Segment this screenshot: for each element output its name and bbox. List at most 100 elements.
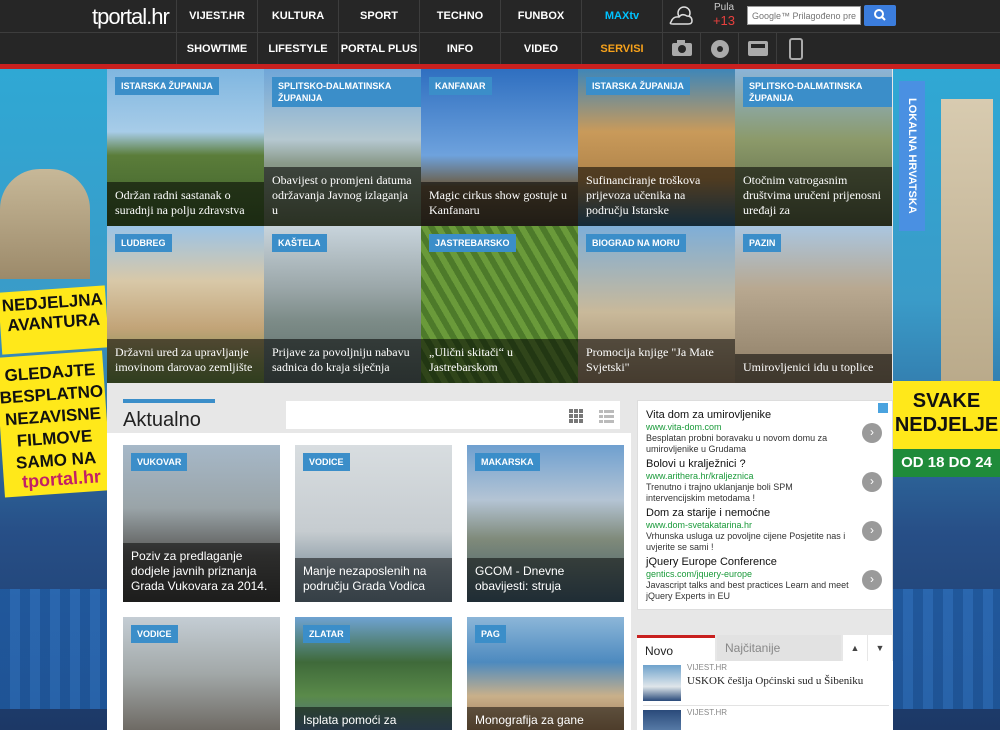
local-news-tile[interactable]: LUDBREG Državni ured za upravljanje imov… bbox=[107, 226, 264, 383]
card-caption: Isplata pomoći za bbox=[295, 707, 452, 730]
grid-view-icon[interactable] bbox=[562, 401, 590, 429]
right-banner-ad[interactable]: LOKALNA HRVATSKA SVAKE NEDJELJE OD 18 DO… bbox=[893, 69, 1000, 730]
tile-region-tag[interactable]: KANFANAR bbox=[429, 77, 492, 95]
tile-region-tag[interactable]: ISTARSKA ŽUPANIJA bbox=[115, 77, 219, 95]
news-card[interactable]: PAG Monografija za gane bbox=[467, 617, 624, 730]
chevron-right-icon[interactable]: › bbox=[862, 423, 882, 443]
local-news-tile[interactable]: SPLITSKO-DALMATINSKA ŽUPANIJA Obavijest … bbox=[264, 69, 421, 226]
mobile-icon[interactable] bbox=[776, 33, 814, 64]
nav-item-portal-plus[interactable]: PORTAL PLUS bbox=[338, 33, 419, 65]
local-news-tile[interactable]: SPLITSKO-DALMATINSKA ŽUPANIJA Otočnim va… bbox=[735, 69, 892, 226]
card-caption: Monografija za gane bbox=[467, 707, 624, 730]
camera-icon[interactable] bbox=[662, 33, 700, 64]
tile-region-tag[interactable]: ISTARSKA ŽUPANIJA bbox=[586, 77, 690, 95]
chevron-right-icon[interactable]: › bbox=[862, 521, 882, 541]
tile-region-tag[interactable]: SPLITSKO-DALMATINSKA ŽUPANIJA bbox=[743, 77, 892, 107]
ad-title[interactable]: Vita dom za umirovljenike bbox=[646, 409, 886, 422]
news-title[interactable]: USKOK češlja Općinski sud u Šibeniku bbox=[687, 675, 877, 688]
nav-item-maxtv[interactable]: MAXtv bbox=[581, 0, 662, 32]
tab-novo[interactable]: Novo bbox=[637, 635, 715, 661]
ad-url[interactable]: www.arithera.hr/kraljeznica bbox=[646, 471, 886, 482]
bell-tower-image bbox=[941, 99, 993, 399]
tile-caption: Umirovljenici idu u toplice bbox=[735, 354, 892, 383]
nav-item-info[interactable]: INFO bbox=[419, 33, 500, 65]
local-news-tile[interactable]: PAZIN Umirovljenici idu u toplice bbox=[735, 226, 892, 383]
news-card[interactable]: ZLATAR Isplata pomoći za bbox=[295, 617, 452, 730]
section-title-accent bbox=[123, 399, 215, 403]
scroll-up-icon[interactable]: ▲ bbox=[843, 635, 867, 661]
chevron-right-icon[interactable]: › bbox=[862, 472, 882, 492]
news-card[interactable]: MAKARSKA GCOM - Dnevne obavijesti: struj… bbox=[467, 445, 624, 602]
search-input[interactable] bbox=[747, 6, 861, 25]
nav-item-vijest[interactable]: VIJEST.HR bbox=[176, 0, 257, 32]
local-news-tile[interactable]: KANFANAR Magic cirkus show gostuje u Kan… bbox=[421, 69, 578, 226]
search-button[interactable] bbox=[864, 5, 896, 26]
ad-url[interactable]: gentics.com/jquery-europe bbox=[646, 569, 886, 580]
tile-region-tag[interactable]: SPLITSKO-DALMATINSKA ŽUPANIJA bbox=[272, 77, 421, 107]
nav-item-video[interactable]: VIDEO bbox=[500, 33, 581, 65]
local-news-tile[interactable]: BIOGRAD NA MORU Promocija knjige "Ja Mat… bbox=[578, 226, 735, 383]
scroll-down-icon[interactable]: ▼ bbox=[868, 635, 892, 661]
tv-icon[interactable] bbox=[738, 33, 776, 64]
local-news-tile[interactable]: JASTREBARSKO „Ulični skitači“ u Jastreba… bbox=[421, 226, 578, 383]
card-region-tag[interactable]: VODICE bbox=[131, 625, 178, 643]
nav-item-sport[interactable]: SPORT bbox=[338, 0, 419, 32]
search-icon bbox=[874, 9, 886, 21]
card-region-tag[interactable]: ZLATAR bbox=[303, 625, 350, 643]
tile-region-tag[interactable]: KAŠTELA bbox=[272, 234, 327, 252]
weather-icon[interactable] bbox=[662, 0, 698, 32]
left-banner-ad[interactable]: NEDJELJNA AVANTURA GLEDAJTE BESPLATNO NE… bbox=[0, 69, 107, 730]
tile-region-tag[interactable]: BIOGRAD NA MORU bbox=[586, 234, 686, 252]
text-ad[interactable]: Vita dom za umirovljenike www.vita-dom.c… bbox=[646, 409, 886, 457]
section-title-aktualno: Aktualno bbox=[123, 409, 201, 431]
news-card[interactable]: VODICE Manje nezaposlenih na području Gr… bbox=[295, 445, 452, 602]
list-view-icon[interactable] bbox=[592, 401, 620, 429]
film-strip-graphic bbox=[0, 589, 107, 709]
tile-region-tag[interactable]: LUDBREG bbox=[115, 234, 172, 252]
text-ad[interactable]: Dom za starije i nemoćne www.dom-svetaka… bbox=[646, 507, 886, 555]
card-region-tag[interactable]: VUKOVAR bbox=[131, 453, 188, 471]
card-region-tag[interactable]: MAKARSKA bbox=[475, 453, 540, 471]
film-strip-graphic bbox=[893, 589, 1000, 709]
nav-item-kultura[interactable]: KULTURA bbox=[257, 0, 338, 32]
local-news-tile[interactable]: ISTARSKA ŽUPANIJA Sufinanciranje troškov… bbox=[578, 69, 735, 226]
ad-title[interactable]: jQuery Europe Conference bbox=[646, 556, 886, 569]
news-source: VIJEST.HR bbox=[687, 708, 728, 717]
text-ad[interactable]: jQuery Europe Conference gentics.com/jqu… bbox=[646, 556, 886, 604]
weather-temp: +13 bbox=[712, 13, 736, 28]
ad-description: Trenutno i trajno uklanjanje boli SPM in… bbox=[646, 482, 793, 503]
nav-item-servisi[interactable]: SERVISI bbox=[581, 33, 662, 65]
list-item[interactable]: VIJEST.HR USKOK češlja Općinski sud u Ši… bbox=[643, 661, 889, 701]
ad-description: Besplatan probni boravaku u novom domu z… bbox=[646, 433, 828, 454]
nav-item-lifestyle[interactable]: LIFESTYLE bbox=[257, 33, 338, 65]
news-thumbnail bbox=[643, 710, 681, 730]
nav-row-2: SHOWTIME LIFESTYLE PORTAL PLUS INFO VIDE… bbox=[0, 32, 1000, 65]
nav-item-showtime[interactable]: SHOWTIME bbox=[176, 33, 257, 65]
list-item[interactable]: VIJEST.HR bbox=[643, 705, 889, 730]
local-news-tile[interactable]: ISTARSKA ŽUPANIJA Održan radni sastanak … bbox=[107, 69, 264, 226]
card-region-tag[interactable]: VODICE bbox=[303, 453, 350, 471]
main-content: ISTARSKA ŽUPANIJA Održan radni sastanak … bbox=[107, 69, 893, 730]
nav-item-funbox[interactable]: FUNBOX bbox=[500, 0, 581, 32]
text-ad[interactable]: Bolovi u kralježnici ? www.arithera.hr/k… bbox=[646, 458, 886, 506]
card-region-tag[interactable]: PAG bbox=[475, 625, 506, 643]
tab-najcitanije[interactable]: Najčitanije bbox=[717, 635, 841, 661]
news-card[interactable]: VUKOVAR Poziv za predlaganje dodjele jav… bbox=[123, 445, 280, 602]
ad-title[interactable]: Bolovi u kralježnici ? bbox=[646, 458, 886, 471]
ad-right-vertical: LOKALNA HRVATSKA bbox=[899, 81, 925, 231]
local-news-grid: ISTARSKA ŽUPANIJA Održan radni sastanak … bbox=[107, 69, 893, 387]
ad-url[interactable]: www.dom-svetakatarina.hr bbox=[646, 520, 886, 531]
football-icon[interactable] bbox=[700, 33, 738, 64]
tile-region-tag[interactable]: JASTREBARSKO bbox=[429, 234, 516, 252]
ad-url[interactable]: www.vita-dom.com bbox=[646, 422, 886, 433]
tile-region-tag[interactable]: PAZIN bbox=[743, 234, 782, 252]
card-caption: Poziv za predlaganje dodjele javnih priz… bbox=[123, 543, 280, 602]
local-news-tile[interactable]: KAŠTELA Prijave za povoljniju nabavu sad… bbox=[264, 226, 421, 383]
news-card[interactable]: VODICE bbox=[123, 617, 280, 730]
tile-caption: Prijave za povoljniju nabavu sadnica do … bbox=[264, 339, 421, 383]
nav-item-techno[interactable]: TECHNO bbox=[419, 0, 500, 32]
chevron-right-icon[interactable]: › bbox=[862, 570, 882, 590]
ad-title[interactable]: Dom za starije i nemoćne bbox=[646, 507, 886, 520]
tile-caption: Otočnim vatrogasnim društvima uručeni pr… bbox=[735, 167, 892, 226]
news-source: VIJEST.HR bbox=[687, 663, 728, 672]
